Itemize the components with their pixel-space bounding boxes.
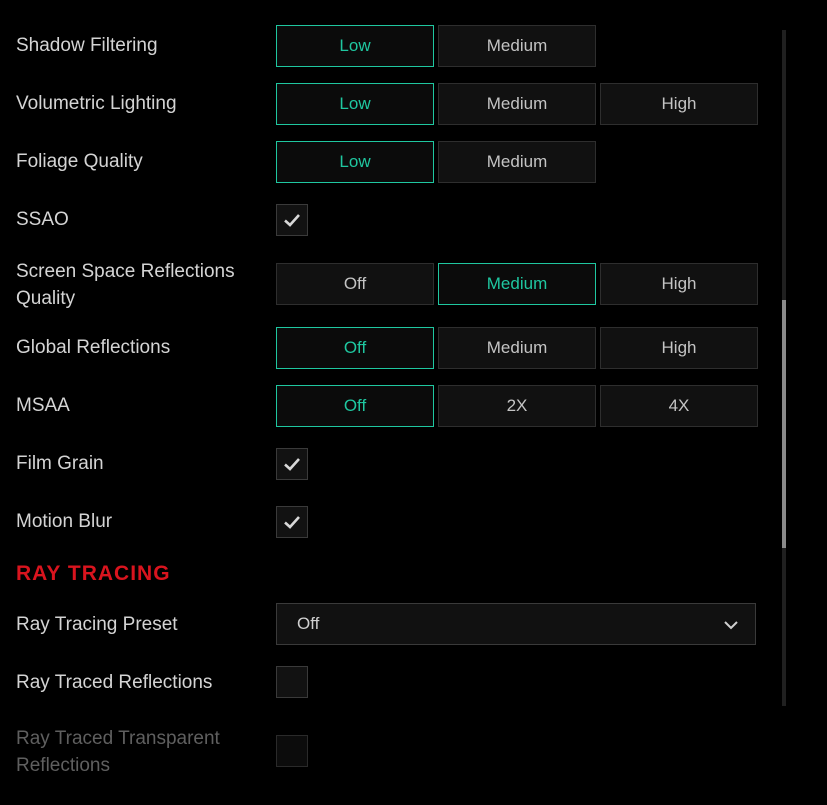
- scrollbar-track[interactable]: [782, 30, 786, 706]
- setting-row-msaa: MSAA Off 2X 4X: [0, 385, 780, 427]
- option-off[interactable]: Off: [276, 263, 434, 305]
- setting-row-ssr-quality: Screen Space Reflections Quality Off Med…: [0, 261, 780, 309]
- setting-row-film-grain: Film Grain: [0, 443, 780, 485]
- option-medium[interactable]: Medium: [438, 263, 596, 305]
- setting-row-foliage-quality: Foliage Quality Low Medium: [0, 141, 780, 183]
- setting-label: Film Grain: [16, 453, 104, 474]
- setting-row-motion-blur: Motion Blur: [0, 501, 780, 543]
- option-group: Low Medium: [276, 25, 596, 67]
- setting-label: Screen Space Reflections Quality: [16, 258, 266, 312]
- dropdown-value: Off: [297, 614, 320, 633]
- setting-label-ray-traced-reflections: Ray Traced Reflections: [16, 672, 213, 693]
- setting-label: Global Reflections: [16, 337, 171, 358]
- section-title-ray-tracing: RAY TRACING: [16, 562, 171, 585]
- setting-label-ray-tracing-preset: Ray Tracing Preset: [16, 614, 178, 635]
- option-high[interactable]: High: [600, 263, 758, 305]
- option-group: Low Medium High: [276, 83, 758, 125]
- option-low[interactable]: Low: [276, 25, 434, 67]
- scrollbar-thumb[interactable]: [782, 300, 786, 548]
- check-icon: [284, 458, 300, 471]
- option-low[interactable]: Low: [276, 83, 434, 125]
- ray-traced-transparent-reflections-checkbox[interactable]: [276, 735, 308, 767]
- option-low[interactable]: Low: [276, 141, 434, 183]
- ray-tracing-preset-dropdown[interactable]: Off: [276, 603, 756, 645]
- setting-label: SSAO: [16, 209, 69, 230]
- check-icon: [284, 214, 300, 227]
- setting-label-line: Reflections: [16, 755, 110, 776]
- option-medium[interactable]: Medium: [438, 83, 596, 125]
- setting-row-shadow-filtering: Shadow Filtering Low Medium: [0, 25, 780, 67]
- option-4x[interactable]: 4X: [600, 385, 758, 427]
- option-group: Off 2X 4X: [276, 385, 758, 427]
- setting-label: Shadow Filtering: [16, 35, 158, 56]
- option-off[interactable]: Off: [276, 385, 434, 427]
- motion-blur-checkbox[interactable]: [276, 506, 308, 538]
- option-high[interactable]: High: [600, 83, 758, 125]
- option-off[interactable]: Off: [276, 327, 434, 369]
- setting-row-volumetric-lighting: Volumetric Lighting Low Medium High: [0, 83, 780, 125]
- chevron-down-icon: [724, 621, 738, 630]
- setting-label-ray-traced-transparent-reflections: Ray Traced Transparent Reflections: [16, 725, 266, 779]
- setting-label-line: Ray Traced Transparent: [16, 728, 220, 749]
- setting-label-line: Screen Space Reflections: [16, 261, 235, 282]
- option-2x[interactable]: 2X: [438, 385, 596, 427]
- option-high[interactable]: High: [600, 327, 758, 369]
- check-icon: [284, 516, 300, 529]
- option-group: Off Medium High: [276, 263, 758, 305]
- setting-row-ssao: SSAO: [0, 199, 780, 241]
- ray-traced-reflections-checkbox[interactable]: [276, 666, 308, 698]
- option-group: Off Medium High: [276, 327, 758, 369]
- setting-row-global-reflections: Global Reflections Off Medium High: [0, 327, 780, 369]
- setting-label-line: Quality: [16, 288, 76, 309]
- option-medium[interactable]: Medium: [438, 25, 596, 67]
- setting-label: Foliage Quality: [16, 151, 143, 172]
- setting-label: Volumetric Lighting: [16, 93, 177, 114]
- option-medium[interactable]: Medium: [438, 327, 596, 369]
- option-group: Low Medium: [276, 141, 596, 183]
- setting-label: Motion Blur: [16, 511, 113, 532]
- setting-label: MSAA: [16, 395, 70, 416]
- ssao-checkbox[interactable]: [276, 204, 308, 236]
- option-medium[interactable]: Medium: [438, 141, 596, 183]
- film-grain-checkbox[interactable]: [276, 448, 308, 480]
